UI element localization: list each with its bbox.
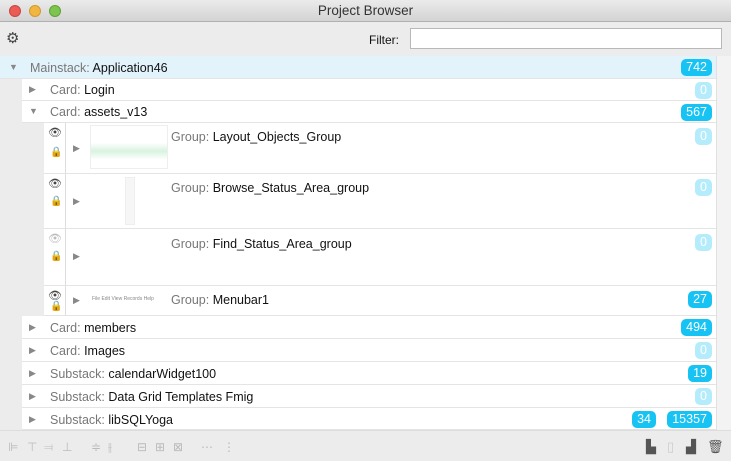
count-badge: 0 [695, 388, 712, 405]
count-badge-secondary: 34 [632, 411, 656, 428]
expand-triangle-icon[interactable]: ▶ [29, 345, 36, 356]
tree-row-card[interactable]: ▶ Card: Login 0 [22, 79, 716, 101]
align-right-icon[interactable]: ⫤ [44, 440, 53, 455]
tree-row-substack[interactable]: ▶ Substack: Data Grid Templates Fmig 0 [22, 385, 716, 408]
expand-triangle-icon[interactable]: ▶ [29, 84, 36, 95]
close-button[interactable] [9, 5, 21, 17]
count-badge: 0 [695, 82, 712, 99]
align-center-vertical-icon[interactable]: ≑ [91, 440, 101, 454]
count-badge: 19 [688, 365, 712, 382]
count-badge: 0 [695, 128, 712, 145]
eye-icon[interactable]: 👁 [48, 177, 62, 190]
distribute-both-icon[interactable]: ⊠ [173, 440, 183, 454]
group-thumbnail [125, 177, 135, 225]
tree-row-substack[interactable]: ▶ Substack: libSQLYoga 34 15357 [22, 408, 716, 430]
project-tree: ▼ Mainstack: Application46 742 ▶ Card: L… [0, 56, 716, 430]
expand-triangle-icon[interactable]: ▼ [9, 62, 18, 72]
tree-row-group[interactable]: 👁 🔒 ▶ File Edit View Records Help Group: … [44, 286, 716, 316]
count-badge: 567 [681, 104, 712, 121]
tree-row-substack[interactable]: ▶ Substack: calendarWidget100 19 [22, 362, 716, 385]
zoom-button[interactable] [49, 5, 61, 17]
count-badge: 494 [681, 319, 712, 336]
move-icon[interactable]: ▟ [686, 439, 696, 455]
group-thumbnail: File Edit View Records Help [92, 296, 154, 302]
gear-icon[interactable]: ⚙ [6, 29, 19, 47]
align-top-icon[interactable]: ⊤ [27, 440, 37, 454]
toolbar: ⚙ Filter: [0, 23, 731, 55]
trash-icon[interactable]: 🗑 [707, 439, 724, 455]
count-badge: 15357 [667, 411, 712, 428]
count-badge: 0 [695, 234, 712, 251]
expand-triangle-icon[interactable]: ▶ [29, 368, 36, 379]
group-thumbnail [90, 125, 168, 169]
lock-icon[interactable]: 🔒 [50, 196, 62, 207]
title-bar: Project Browser [0, 0, 731, 22]
lock-icon[interactable]: 🔒 [50, 147, 62, 158]
expand-triangle-icon[interactable]: ▶ [29, 391, 36, 402]
expand-triangle-icon[interactable]: ▶ [73, 295, 80, 306]
lock-icon[interactable]: 🔒 [50, 251, 62, 262]
tree-row-card[interactable]: ▶ Card: Images 0 [22, 339, 716, 362]
count-badge: 27 [688, 291, 712, 308]
duplicate-icon[interactable]: ▯ [667, 439, 674, 455]
filter-input[interactable] [410, 28, 722, 49]
expand-triangle-icon[interactable]: ▶ [73, 196, 80, 207]
more-horizontal-icon[interactable]: ⋯ [201, 440, 213, 454]
expand-triangle-icon[interactable]: ▶ [29, 414, 36, 425]
expand-triangle-icon[interactable]: ▶ [73, 251, 80, 262]
lock-icon[interactable]: 🔒 [50, 301, 62, 312]
distribute-horizontal-icon[interactable]: ⊟ [137, 440, 147, 454]
align-left-icon[interactable]: ⊫ [8, 440, 18, 454]
scrollbar[interactable] [716, 56, 731, 430]
filter-label: Filter: [369, 33, 399, 47]
align-center-horizontal-icon[interactable]: ⫲ [108, 440, 112, 455]
new-card-icon[interactable]: ▙ [646, 439, 656, 455]
eye-icon[interactable]: 👁 [48, 126, 62, 139]
minimize-button[interactable] [29, 5, 41, 17]
tree-row-group[interactable]: 👁 🔒 ▶ Group: Browse_Status_Area_group 0 [44, 174, 716, 229]
collapse-triangle-icon[interactable]: ▼ [29, 106, 38, 116]
count-badge: 742 [681, 59, 712, 76]
window-title: Project Browser [317, 3, 414, 18]
bottom-toolbar: ⊫ ⊤ ⫤ ⊥ ≑ ⫲ ⊟ ⊞ ⊠ ⋯ ⋮ ▙ ▯ ▟ 🗑 [0, 430, 731, 461]
tree-row-card[interactable]: ▶ Card: members 494 [22, 316, 716, 339]
eye-hidden-icon[interactable]: 👁 [48, 232, 62, 245]
tree-row-group[interactable]: 👁 🔒 ▶ Group: Layout_Objects_Group 0 [44, 123, 716, 174]
tree-row-mainstack[interactable]: ▼ Mainstack: Application46 742 [0, 56, 716, 79]
more-vertical-icon[interactable]: ⋮ [223, 440, 235, 454]
expand-triangle-icon[interactable]: ▶ [29, 322, 36, 333]
count-badge: 0 [695, 179, 712, 196]
expand-triangle-icon[interactable]: ▶ [73, 143, 80, 154]
tree-row-card[interactable]: ▼ Card: assets_v13 567 [22, 101, 716, 123]
count-badge: 0 [695, 342, 712, 359]
tree-row-group[interactable]: 👁 🔒 ▶ Group: Find_Status_Area_group 0 [44, 229, 716, 286]
distribute-vertical-icon[interactable]: ⊞ [155, 440, 165, 454]
align-bottom-icon[interactable]: ⊥ [62, 440, 72, 454]
